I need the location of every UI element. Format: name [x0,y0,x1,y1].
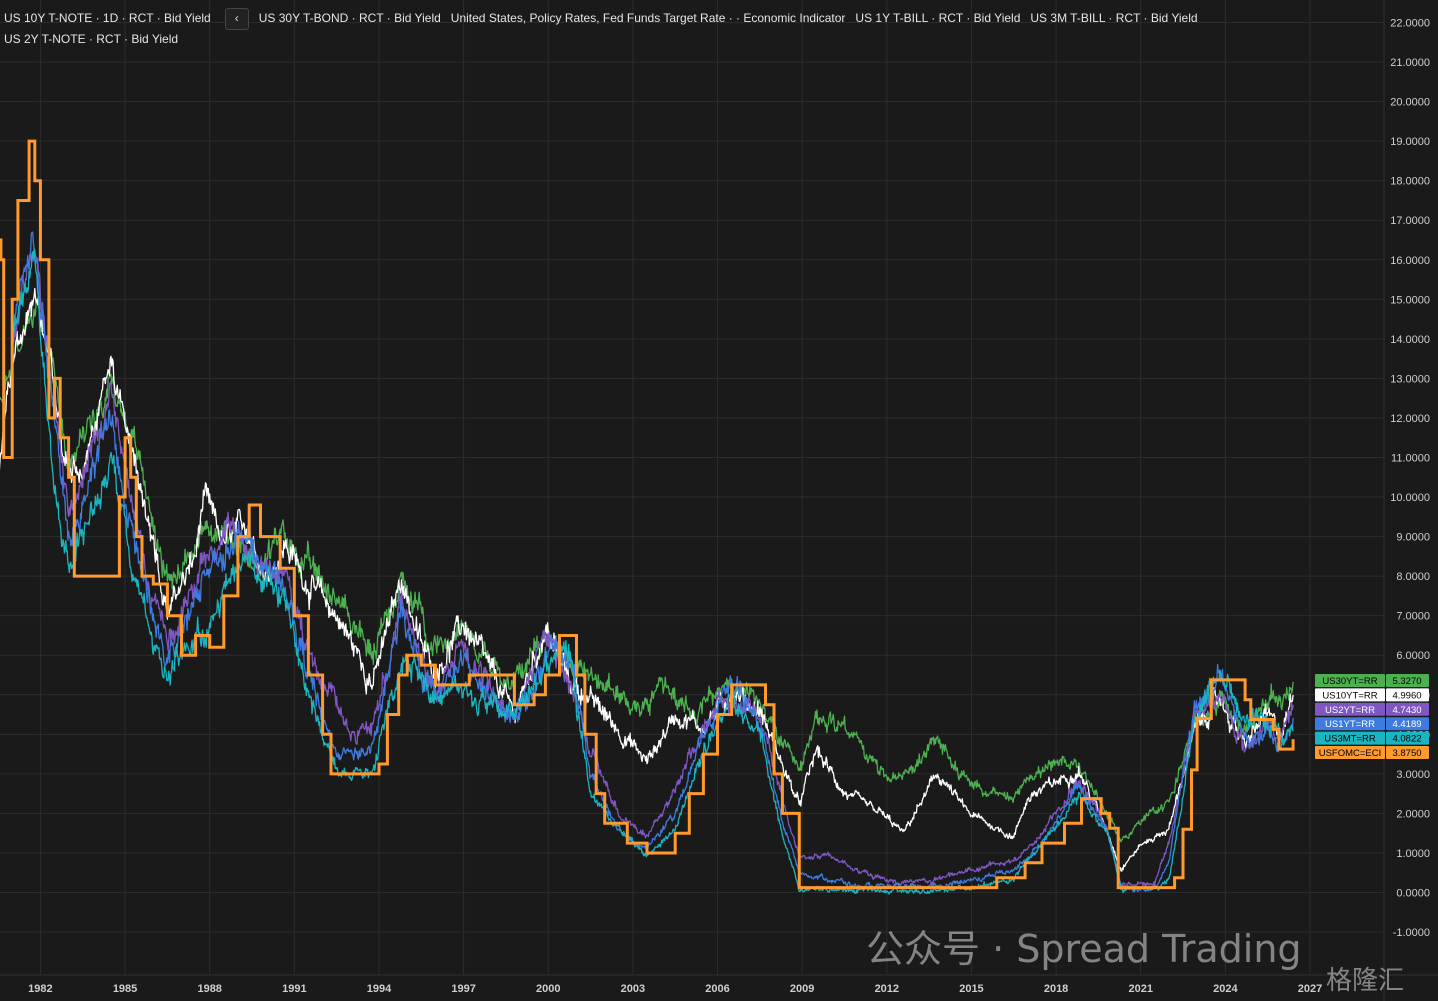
y-tick-label: 6.0000 [1396,650,1430,662]
legend-item-us30y[interactable]: US 30Y T-BOND · RCT · Bid Yield [259,11,441,25]
y-tick-label: 21.0000 [1390,57,1430,69]
x-tick-label: 2015 [959,983,983,995]
chevron-left-icon[interactable]: ‹ [224,8,249,30]
x-tick-label: 2006 [705,983,729,995]
x-tick-label: 1988 [197,983,221,995]
y-tick-label: 2.0000 [1396,808,1430,820]
series-line-us10y[interactable] [0,287,1294,872]
y-tick-label: 12.0000 [1390,413,1430,425]
y-tick-label: 20.0000 [1390,97,1430,109]
badge-value: 4.0822 [1392,734,1421,745]
badge-us1y: US1YT=RR 4.4189 [1315,717,1429,731]
x-tick-label: 2003 [621,983,645,995]
x-tick-label: 2009 [790,983,814,995]
x-axis: 1982 1985 1988 1991 1994 1997 2000 2003 2006 2009… [0,974,1438,995]
legend-row-2: US 2Y T-NOTE · RCT · Bid Yield [4,32,188,46]
y-tick-label: 17.0000 [1390,215,1430,227]
badge-value: 5.3270 [1392,676,1421,687]
legend-row-1: US 10Y T-NOTE · 1D · RCT · Bid Yield ‹ US … [4,8,1208,30]
x-tick-label: 2012 [875,983,899,995]
badge-label: US2YT=RR [1325,705,1375,716]
series-line-us2y[interactable] [11,249,1294,888]
badge-fedfunds: USFOMC=ECI 3.8750 [1315,746,1429,759]
y-tick-label: -1.0000 [1393,927,1430,939]
series-line-fedfunds[interactable] [0,139,1295,890]
x-tick-label: 2021 [1128,983,1152,995]
y-tick-label: 8.0000 [1396,571,1430,583]
badge-label: USFOMC=ECI [1319,748,1382,759]
legend-item-fedfunds[interactable]: United States, Policy Rates, Fed Funds T… [451,11,846,25]
watermark-text: 公众号 · Spread Trading [866,927,1302,971]
y-tick-label: 7.0000 [1396,611,1430,623]
yield-chart[interactable]: 22.0000 21.0000 20.0000 19.0000 18.0000 17.00… [0,0,1438,1001]
legend-item-us1y[interactable]: US 1Y T-BILL · RCT · Bid Yield [855,11,1020,25]
badge-us3m: US3MT=RR 4.0822 [1315,731,1429,745]
x-tick-label: 2018 [1044,983,1068,995]
y-tick-label: 0.0000 [1396,888,1430,900]
y-tick-label: 1.0000 [1396,848,1430,860]
watermark-logo: 格隆汇 [1326,966,1405,996]
y-tick-label: 11.0000 [1391,453,1430,465]
legend-item-us10y[interactable]: US 10Y T-NOTE · 1D · RCT · Bid Yield [4,11,211,25]
y-tick-label: 22.0000 [1390,18,1430,30]
badge-label: US1YT=RR [1325,719,1375,730]
badge-label: US3MT=RR [1324,734,1376,745]
y-tick-label: 14.0000 [1390,334,1430,346]
grid-layer [0,0,1384,975]
y-tick-label: 18.0000 [1390,176,1430,188]
badge-value: 4.4189 [1392,719,1421,730]
x-tick-label: 2027 [1298,983,1322,995]
x-tick-label: 2024 [1213,983,1238,995]
badge-label: US30YT=RR [1322,676,1377,687]
series-line-us1y[interactable] [11,231,1294,893]
badge-us10y: US10YT=RR 4.9960 [1315,688,1429,702]
series-layer [0,139,1295,895]
legend-item-us2y[interactable]: US 2Y T-NOTE · RCT · Bid Yield [4,32,178,46]
badge-value: 4.9960 [1392,690,1421,701]
y-tick-label: 13.0000 [1390,373,1430,385]
y-tick-label: 3.0000 [1396,769,1430,781]
legend-item-us3m[interactable]: US 3M T-BILL · RCT · Bid Yield [1030,11,1197,25]
badge-us2y: US2YT=RR 4.7430 [1315,702,1429,716]
x-tick-label: 1997 [451,983,475,995]
y-tick-label: 19.0000 [1390,136,1430,148]
y-tick-label: 9.0000 [1396,532,1430,544]
badge-us30y: US30YT=RR 5.3270 [1315,674,1429,687]
y-tick-label: 16.0000 [1390,255,1430,267]
y-axis: 22.0000 21.0000 20.0000 19.0000 18.0000 17.00… [1383,0,1430,1001]
x-tick-label: 1982 [28,983,52,995]
y-tick-label: 10.0000 [1390,492,1430,504]
badge-label: US10YT=RR [1322,690,1377,701]
badge-value: 4.7430 [1392,705,1421,716]
x-tick-label: 1985 [113,983,137,995]
badge-value: 3.8750 [1392,748,1421,759]
y-tick-label: 15.0000 [1390,294,1430,306]
x-tick-label: 2000 [536,983,560,995]
last-value-badges: US30YT=RR 5.3270 US10YT=RR 4.9960 US2YT=RR 4.… [1315,674,1429,759]
x-tick-label: 1994 [367,983,392,995]
x-tick-label: 1991 [282,983,306,995]
